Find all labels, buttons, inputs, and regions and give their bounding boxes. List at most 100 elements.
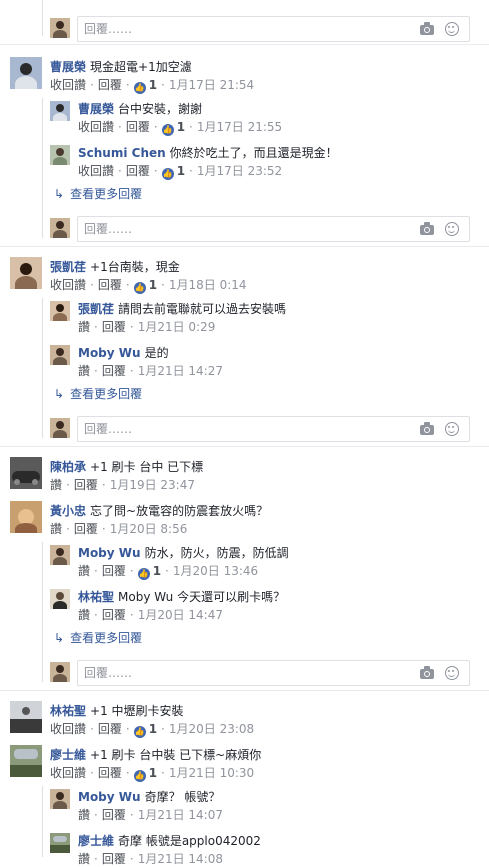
like-link[interactable]: 讚 [50,522,62,536]
commenter-name[interactable]: 廖士維 [50,748,86,762]
like-link[interactable]: 讚 [78,608,90,622]
reply-link[interactable]: 回覆 [74,478,98,492]
timestamp[interactable]: 1月20日 14:47 [138,608,223,622]
camera-icon[interactable] [420,422,434,435]
unlike-link[interactable]: 收回讚 [50,766,86,780]
commenter-name[interactable]: 曹展榮 [50,60,86,74]
like-link[interactable]: 讚 [78,852,90,866]
commenter-name[interactable]: 陳柏承 [50,460,86,474]
commenter-name[interactable]: 張凱荏 [78,302,114,316]
view-more-replies-link[interactable]: ↳ 查看更多回覆 [54,186,142,202]
reply-link[interactable]: 回覆 [74,522,98,536]
timestamp[interactable]: 1月20日 23:08 [169,722,254,736]
like-count[interactable]: 1 [149,722,157,736]
like-count[interactable]: 1 [153,564,161,578]
like-count[interactable]: 1 [149,78,157,92]
avatar[interactable] [50,345,70,365]
like-link[interactable]: 讚 [78,364,90,378]
smiley-icon[interactable] [445,422,459,436]
like-count[interactable]: 1 [177,120,185,134]
reply-input[interactable] [84,20,384,38]
timestamp[interactable]: 1月21日 14:08 [138,852,223,866]
reply-input[interactable] [84,220,384,238]
reply-link[interactable]: 回覆 [102,608,126,622]
reply-link[interactable]: 回覆 [126,120,150,134]
my-avatar[interactable] [50,662,70,682]
like-link[interactable]: 讚 [50,478,62,492]
timestamp[interactable]: 1月19日 23:47 [110,478,195,492]
commenter-name[interactable]: 黃小忠 [50,504,86,518]
timestamp[interactable]: 1月21日 10:30 [169,766,254,780]
camera-icon[interactable] [420,222,434,235]
commenter-name[interactable]: Moby Wu [78,346,141,360]
camera-icon[interactable] [420,666,434,679]
avatar[interactable] [10,501,42,533]
avatar[interactable] [10,745,42,777]
timestamp[interactable]: 1月21日 14:07 [138,808,223,822]
avatar[interactable] [10,57,42,89]
avatar[interactable] [10,701,42,733]
reply-link[interactable]: 回覆 [102,364,126,378]
my-avatar[interactable] [50,418,70,438]
unlike-link[interactable]: 收回讚 [78,120,114,134]
reply-link[interactable]: 回覆 [98,278,122,292]
timestamp[interactable]: 1月21日 0:29 [138,320,216,334]
my-avatar[interactable] [50,18,70,38]
reply-link[interactable]: 回覆 [102,852,126,866]
timestamp[interactable]: 1月21日 14:27 [138,364,223,378]
avatar[interactable] [10,257,42,289]
avatar[interactable] [50,101,70,121]
timestamp[interactable]: 1月20日 8:56 [110,522,188,536]
timestamp[interactable]: 1月20日 13:46 [173,564,258,578]
avatar[interactable] [50,145,70,165]
reply-link[interactable]: 回覆 [102,320,126,334]
avatar[interactable] [50,589,70,609]
commenter-name[interactable]: 張凱荏 [50,260,86,274]
commenter-name[interactable]: Schumi Chen [78,146,166,160]
smiley-icon[interactable] [445,222,459,236]
timestamp[interactable]: 1月17日 21:54 [169,78,254,92]
commenter-name[interactable]: 曹展榮 [78,102,114,116]
avatar[interactable] [50,833,70,853]
reply-link[interactable]: 回覆 [102,564,126,578]
reply-link[interactable]: 回覆 [98,722,122,736]
reply-actions: 讚 · 回覆 · 1月21日 14:27 [78,364,223,378]
timestamp[interactable]: 1月17日 23:52 [197,164,282,178]
commenter-name[interactable]: 林祐聖 [50,704,86,718]
view-more-label[interactable]: 查看更多回覆 [70,387,142,401]
unlike-link[interactable]: 收回讚 [78,164,114,178]
avatar[interactable] [10,457,42,489]
view-more-label[interactable]: 查看更多回覆 [70,187,142,201]
avatar[interactable] [50,301,70,321]
like-link[interactable]: 讚 [78,320,90,334]
commenter-name[interactable]: Moby Wu [78,790,141,804]
like-count[interactable]: 1 [149,278,157,292]
reply-link[interactable]: 回覆 [98,78,122,92]
smiley-icon[interactable] [445,22,459,36]
camera-icon[interactable] [420,22,434,35]
like-link[interactable]: 讚 [78,564,90,578]
unlike-link[interactable]: 收回讚 [50,278,86,292]
reply-link[interactable]: 回覆 [126,164,150,178]
timestamp[interactable]: 1月18日 0:14 [169,278,247,292]
reply-link[interactable]: 回覆 [98,766,122,780]
avatar[interactable] [50,789,70,809]
view-more-label[interactable]: 查看更多回覆 [70,631,142,645]
like-link[interactable]: 讚 [78,808,90,822]
like-count[interactable]: 1 [177,164,185,178]
timestamp[interactable]: 1月17日 21:55 [197,120,282,134]
view-more-replies-link[interactable]: ↳ 查看更多回覆 [54,630,142,646]
reply-input[interactable] [84,420,384,438]
commenter-name[interactable]: 廖士維 [78,834,114,848]
smiley-icon[interactable] [445,666,459,680]
reply-link[interactable]: 回覆 [102,808,126,822]
like-count[interactable]: 1 [149,766,157,780]
unlike-link[interactable]: 收回讚 [50,78,86,92]
commenter-name[interactable]: Moby Wu [78,546,141,560]
unlike-link[interactable]: 收回讚 [50,722,86,736]
reply-input[interactable] [84,664,384,682]
view-more-replies-link[interactable]: ↳ 查看更多回覆 [54,386,142,402]
my-avatar[interactable] [50,218,70,238]
commenter-name[interactable]: 林祐聖 [78,590,114,604]
avatar[interactable] [50,545,70,565]
